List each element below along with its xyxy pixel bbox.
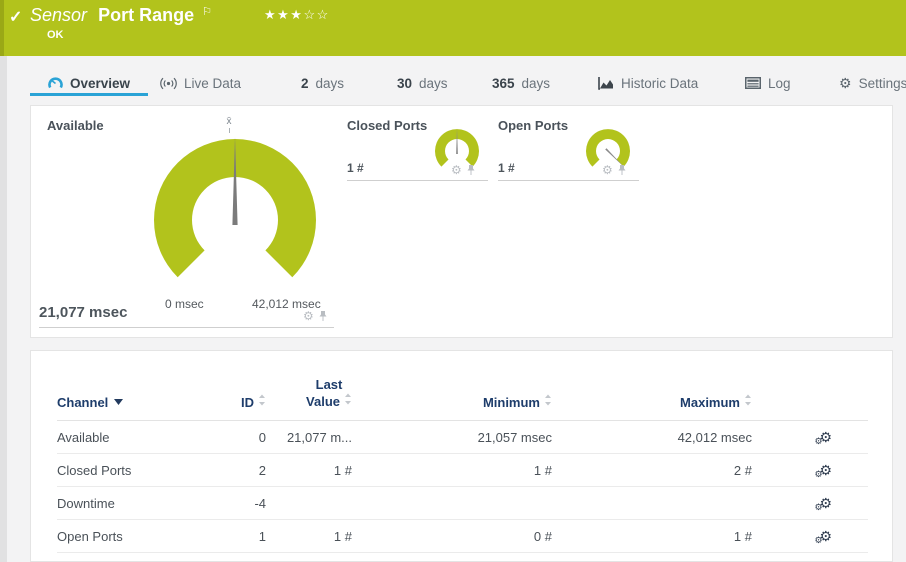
gauge-divider bbox=[39, 327, 334, 328]
sort-icon bbox=[259, 394, 265, 406]
column-header-minimum[interactable]: Minimum bbox=[352, 394, 552, 410]
gauges-panel: Available x̄ 0 msec 42,012 msec 21,077 m… bbox=[30, 105, 893, 338]
sensor-type-label: Sensor bbox=[30, 5, 88, 25]
gauge-closed-ports-tools: ⚙ bbox=[451, 164, 476, 176]
average-marker: x̄ bbox=[222, 117, 236, 133]
tab-30-days[interactable]: 30 days bbox=[397, 70, 448, 96]
gauge-closed-ports-value: 1 # bbox=[347, 161, 364, 175]
tab-30-days-word: days bbox=[419, 75, 448, 91]
channel-name: Closed Ports bbox=[57, 462, 132, 478]
page-title: Sensor Port Range ⚐ bbox=[30, 5, 212, 26]
channel-settings-icon[interactable]: ⚙ ⚙ bbox=[814, 462, 832, 479]
channel-settings-icon[interactable]: ⚙ ⚙ bbox=[814, 429, 832, 446]
flag-icon[interactable]: ⚐ bbox=[202, 6, 212, 18]
column-header-last-value[interactable]: Last Value bbox=[306, 377, 352, 410]
column-header-maximum[interactable]: Maximum bbox=[552, 394, 752, 410]
stars-filled: ★★★ bbox=[264, 7, 304, 22]
channel-settings-icon[interactable]: ⚙ ⚙ bbox=[814, 528, 832, 545]
gauge-closed-ports-label: Closed Ports bbox=[347, 118, 428, 133]
tab-log[interactable]: Log bbox=[745, 70, 791, 96]
channel-id: -4 bbox=[254, 495, 266, 511]
channel-id: 0 bbox=[258, 429, 266, 445]
channel-last-value: 21,077 m... bbox=[286, 429, 352, 445]
tab-overview-label: Overview bbox=[70, 75, 131, 91]
table-row: Downtime -4 ⚙ ⚙ bbox=[57, 487, 868, 520]
tab-historic-data[interactable]: Historic Data bbox=[598, 70, 698, 96]
channel-maximum: 1 # bbox=[733, 528, 752, 544]
tab-log-label: Log bbox=[768, 75, 791, 91]
gauge-available-value: 21,077 msec bbox=[39, 304, 128, 321]
page-edge-strip bbox=[0, 56, 7, 562]
gauge-divider bbox=[498, 180, 639, 181]
gauge-min-label: 0 msec bbox=[165, 297, 204, 311]
log-list-icon bbox=[745, 77, 761, 89]
tab-live-data-label: Live Data bbox=[184, 75, 242, 91]
stars-empty: ☆☆ bbox=[303, 7, 330, 22]
channel-id: 2 bbox=[258, 462, 266, 478]
gauge-settings-icon[interactable]: ⚙ bbox=[451, 164, 462, 176]
gauge-settings-icon[interactable]: ⚙ bbox=[303, 310, 314, 322]
ok-check-icon: ✓ bbox=[9, 9, 23, 26]
pin-icon[interactable] bbox=[466, 164, 476, 176]
sort-desc-icon bbox=[114, 399, 124, 405]
channel-name: Available bbox=[57, 429, 110, 445]
column-header-channel[interactable]: Channel bbox=[57, 395, 209, 410]
channel-last-value: 1 # bbox=[333, 528, 352, 544]
channel-name: Downtime bbox=[57, 495, 115, 511]
tab-365-days-number: 365 bbox=[492, 75, 515, 91]
pin-icon[interactable] bbox=[318, 310, 328, 322]
tab-2-days[interactable]: 2 days bbox=[301, 70, 344, 96]
channel-maximum: 42,012 msec bbox=[677, 429, 752, 445]
area-chart-icon bbox=[598, 76, 613, 90]
tab-365-days-word: days bbox=[521, 75, 551, 91]
table-row: Open Ports 1 1 # 0 # 1 # ⚙ ⚙ bbox=[57, 520, 868, 553]
gauge-available-label: Available bbox=[47, 118, 104, 133]
header-edge-strip bbox=[0, 0, 4, 56]
tab-30-days-number: 30 bbox=[397, 75, 413, 91]
available-gauge bbox=[154, 137, 316, 278]
table-row: Closed Ports 2 1 # 1 # 2 # ⚙ ⚙ bbox=[57, 454, 868, 487]
tab-live-data[interactable]: Live Data bbox=[160, 70, 241, 96]
sort-icon bbox=[745, 394, 751, 406]
gauge-divider bbox=[347, 180, 488, 181]
table-row: Available 0 21,077 m... 21,057 msec 42,0… bbox=[57, 421, 868, 454]
channel-settings-icon[interactable]: ⚙ ⚙ bbox=[814, 495, 832, 512]
status-badge: OK bbox=[47, 29, 64, 41]
tab-settings[interactable]: ⚙ Settings bbox=[839, 70, 906, 96]
channel-minimum: 0 # bbox=[533, 528, 552, 544]
pin-icon[interactable] bbox=[617, 164, 627, 176]
live-signal-icon bbox=[160, 77, 177, 89]
gauge-open-ports-tools: ⚙ bbox=[602, 164, 627, 176]
channel-maximum: 2 # bbox=[733, 462, 752, 478]
gauge-icon bbox=[48, 76, 63, 88]
tab-365-days[interactable]: 365 days bbox=[492, 70, 550, 96]
sensor-status-header: ✓ Sensor Port Range ⚐ ★★★☆☆ OK bbox=[0, 0, 906, 56]
tab-historic-data-label: Historic Data bbox=[621, 75, 699, 91]
tab-settings-label: Settings bbox=[858, 75, 906, 91]
tab-2-days-number: 2 bbox=[301, 75, 309, 91]
sensor-name: Port Range bbox=[98, 5, 195, 25]
sort-icon bbox=[345, 393, 351, 405]
tab-2-days-word: days bbox=[315, 75, 345, 91]
sort-icon bbox=[545, 394, 551, 406]
column-header-id[interactable]: ID bbox=[209, 394, 266, 410]
table-header-row: Channel ID Last Value Minimum Maximum bbox=[57, 377, 868, 421]
channel-name: Open Ports bbox=[57, 528, 123, 544]
gauge-open-ports-value: 1 # bbox=[498, 161, 515, 175]
channel-minimum: 1 # bbox=[533, 462, 552, 478]
gauge-open-ports-label: Open Ports bbox=[498, 118, 569, 133]
channels-panel: Channel ID Last Value Minimum Maximum Av… bbox=[30, 350, 893, 562]
active-tab-indicator bbox=[30, 93, 148, 96]
channel-minimum: 21,057 msec bbox=[477, 429, 552, 445]
settings-gear-icon: ⚙ bbox=[839, 74, 852, 91]
priority-stars[interactable]: ★★★☆☆ bbox=[264, 7, 330, 23]
channels-table: Channel ID Last Value Minimum Maximum Av… bbox=[57, 377, 868, 553]
channel-id: 1 bbox=[258, 528, 266, 544]
gauge-available-tools: ⚙ bbox=[303, 310, 328, 322]
channel-last-value: 1 # bbox=[333, 462, 352, 478]
gauge-settings-icon[interactable]: ⚙ bbox=[602, 164, 613, 176]
